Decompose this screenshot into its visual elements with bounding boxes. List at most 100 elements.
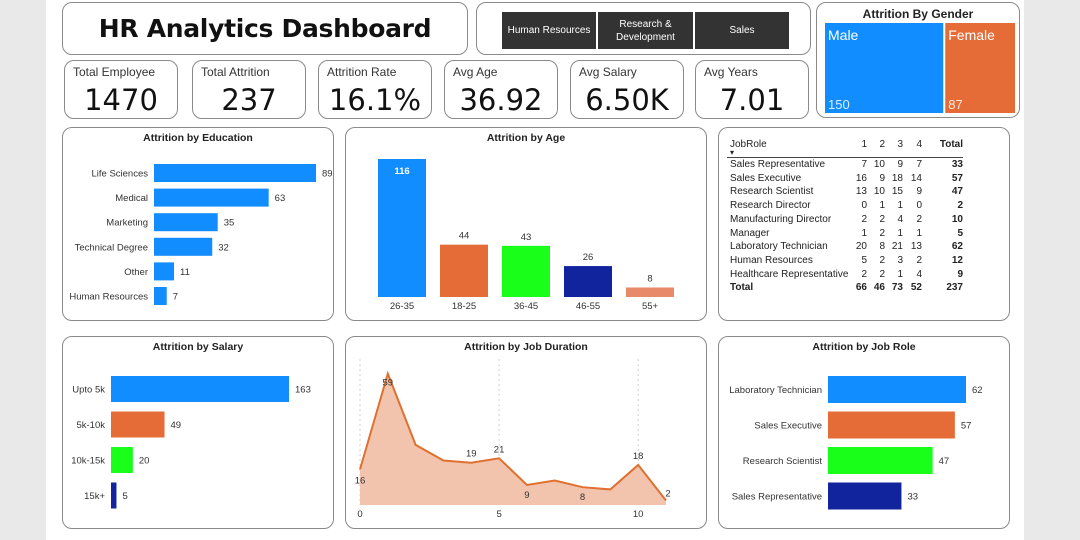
slicer-button-research-development[interactable]: Research & Development xyxy=(598,12,693,49)
value-label: 44 xyxy=(459,231,470,242)
table-header: Total xyxy=(939,139,963,150)
education-bar-chart: Life Sciences 89 Medical 63 Marketing 35 Techn… xyxy=(69,164,333,305)
table-row-label: Laboratory Technician xyxy=(730,241,828,253)
salary-chart-card: Attrition by Salary Upto 5k 163 5k-10k 49 10… xyxy=(62,336,334,529)
category-label: Technical Degree xyxy=(75,242,148,253)
table-cell: 14 xyxy=(910,172,922,184)
kpi-label: Avg Age xyxy=(453,65,498,79)
bar xyxy=(502,245,550,297)
gender-treemap-card: Attrition By Gender Male 150 Female 87 xyxy=(816,2,1020,118)
bar xyxy=(564,266,612,297)
category-label: Sales Executive xyxy=(754,421,822,432)
table-cell: 0 xyxy=(916,200,922,212)
value-label: 20 xyxy=(139,456,150,467)
category-label: 36-45 xyxy=(514,301,538,312)
kpi-value: 1470 xyxy=(84,83,158,117)
bar xyxy=(828,482,902,510)
table-row-label: Research Director xyxy=(730,200,811,212)
table-cell: 7 xyxy=(916,159,922,170)
value-label: 7 xyxy=(173,292,178,303)
table-row-label: Research Scientist xyxy=(730,186,814,198)
bar xyxy=(440,244,488,297)
duration-chart-card: Attrition by Job Duration 0 5 10 16 59 19 21 9 8… xyxy=(345,336,707,529)
bar xyxy=(111,447,133,473)
page-title: HR Analytics Dashboard xyxy=(98,14,432,43)
treemap-label: Female xyxy=(948,27,995,43)
jobrole-matrix-card: JobRole 1 2 3 4 Total ▾ Sales Representative 7 10… xyxy=(718,127,1010,321)
data-label: 59 xyxy=(383,378,394,389)
value-label: 11 xyxy=(180,267,190,278)
bar xyxy=(111,482,117,509)
value-label: 63 xyxy=(275,193,286,204)
kpi-label: Avg Years xyxy=(704,65,758,79)
kpi-label: Attrition Rate xyxy=(327,65,397,79)
data-label: 2 xyxy=(665,489,670,500)
gender-treemap: Male 150 Female 87 xyxy=(825,23,1015,113)
bar xyxy=(828,447,933,474)
value-label: 33 xyxy=(907,492,918,503)
category-label: Sales Representative xyxy=(732,492,822,503)
data-label: 21 xyxy=(494,444,505,455)
table-cell: 5 xyxy=(957,227,963,239)
table-cell: 33 xyxy=(951,159,963,170)
table-row-label: Human Resources xyxy=(730,254,813,266)
age-bar-chart: 116 26-35 44 18-25 43 36-45 26 46-55 8 55+ xyxy=(378,159,674,312)
data-label: 19 xyxy=(466,449,477,460)
kpi-label: Total Employee xyxy=(73,65,156,79)
bar xyxy=(111,376,289,402)
category-label: 55+ xyxy=(642,301,659,312)
bar xyxy=(154,188,269,207)
table-cell: 2 xyxy=(916,213,922,225)
x-tick-label: 10 xyxy=(633,509,644,520)
table-total-label: Total xyxy=(730,282,754,294)
table-cell: 62 xyxy=(951,241,963,253)
table-cell: 12 xyxy=(951,254,963,266)
kpi-value: 36.92 xyxy=(459,83,543,117)
jobrole-chart-card: Attrition by Job Role Laboratory Technic… xyxy=(718,336,1010,529)
slicer-button-sales[interactable]: Sales xyxy=(695,12,789,49)
sort-caret-icon[interactable]: ▾ xyxy=(730,148,734,157)
table-cell: 2 xyxy=(916,254,922,266)
treemap-value: 150 xyxy=(828,97,850,112)
kpi-value: 7.01 xyxy=(719,83,785,117)
kpi-card-avg-age: Avg Age 36.92 xyxy=(444,60,558,119)
category-label: 46-55 xyxy=(576,301,600,312)
bar xyxy=(828,376,966,403)
table-header: 4 xyxy=(916,139,922,150)
title-card: HR Analytics Dashboard xyxy=(62,2,468,55)
value-label: 5 xyxy=(122,491,127,502)
table-header: JobRole xyxy=(730,139,767,150)
kpi-value: 6.50K xyxy=(585,83,669,117)
table-cell: 9 xyxy=(916,186,922,198)
table-cell: 2 xyxy=(957,200,963,212)
x-tick-label: 5 xyxy=(496,509,501,520)
category-label: Human Resources xyxy=(69,292,148,303)
value-label: 47 xyxy=(939,456,950,467)
area-fill xyxy=(360,373,666,505)
category-label: Laboratory Technician xyxy=(729,385,822,396)
value-label: 49 xyxy=(171,420,182,431)
kpi-card-total-employee: Total Employee 1470 xyxy=(64,60,178,119)
kpi-card-avg-salary: Avg Salary 6.50K xyxy=(570,60,684,119)
table-cell: 9 xyxy=(957,268,963,280)
table-cell: 10 xyxy=(951,213,963,225)
value-label: 32 xyxy=(218,242,229,253)
data-label: 8 xyxy=(580,492,585,503)
table-row-label: Manager xyxy=(730,227,770,239)
bar xyxy=(154,213,218,232)
table-cell: 4 xyxy=(916,268,922,280)
table-cell: 1 xyxy=(916,227,922,239)
x-tick-label: 0 xyxy=(357,509,362,520)
department-slicer: Human Resources Research & Development S… xyxy=(476,2,811,55)
treemap-value: 87 xyxy=(948,97,962,112)
category-label: Other xyxy=(124,267,148,278)
bar xyxy=(154,164,316,182)
bar xyxy=(154,262,175,281)
age-chart-card: Attrition by Age 116 26-35 44 18-25 43 36-45 2… xyxy=(345,127,707,321)
slicer-button-human-resources[interactable]: Human Resources xyxy=(502,12,596,49)
value-label: 26 xyxy=(583,252,594,263)
category-label: Medical xyxy=(115,193,148,204)
bar xyxy=(154,237,213,256)
category-label: Life Sciences xyxy=(91,169,148,180)
bar xyxy=(828,411,955,439)
